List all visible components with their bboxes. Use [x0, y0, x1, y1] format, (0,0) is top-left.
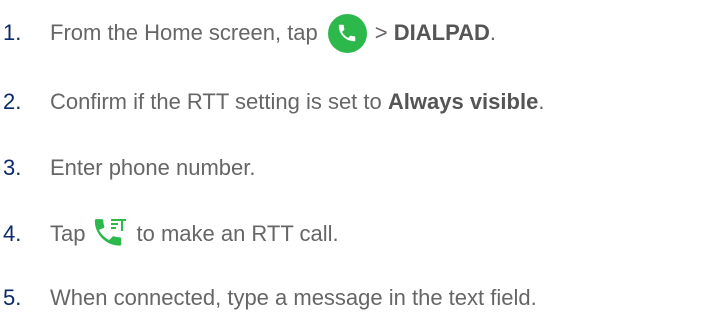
- dialpad-label: DIALPAD: [393, 20, 490, 45]
- step-5: 5. When connected, type a message in the…: [0, 276, 537, 320]
- step-number: 2.: [3, 89, 22, 114]
- step-number: 3.: [3, 155, 22, 180]
- instruction-list: 1. From the Home screen, tap > DIALPAD .…: [0, 0, 719, 334]
- phone-icon: [327, 13, 367, 53]
- step-text-end: to make an RTT call.: [136, 221, 339, 246]
- step-text-end: .: [538, 89, 545, 114]
- step-text-separator: >: [374, 20, 388, 45]
- step-text: When connected, type a message in the te…: [50, 285, 537, 310]
- step-text: Enter phone number.: [50, 155, 256, 180]
- step-4: 4. Tap to make an RTT call.: [0, 212, 339, 256]
- step-number: 1.: [3, 20, 22, 45]
- step-text-end: .: [489, 20, 497, 45]
- step-1: 1. From the Home screen, tap > DIALPAD .: [0, 11, 496, 55]
- step-text: From the Home screen, tap: [50, 20, 318, 45]
- rtt-call-icon: [92, 216, 128, 252]
- step-2: 2. Confirm if the RTT setting is set to …: [0, 80, 544, 124]
- step-text: Confirm if the RTT setting is set to: [50, 89, 382, 114]
- step-text: Tap: [50, 221, 86, 246]
- always-visible-label: Always visible: [387, 89, 539, 114]
- step-number: 4.: [3, 221, 22, 246]
- step-number: 5.: [3, 285, 22, 310]
- step-3: 3. Enter phone number.: [0, 146, 255, 190]
